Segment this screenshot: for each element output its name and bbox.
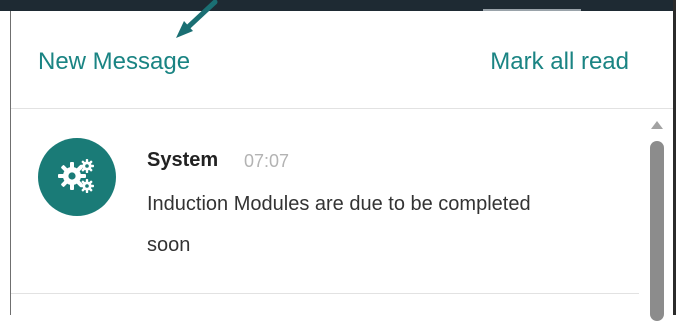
message-sender: System — [147, 149, 219, 171]
mark-all-read-link[interactable]: Mark all read — [490, 48, 629, 76]
messages-header: New Message Mark all read — [11, 11, 674, 109]
message-list: System 07:07 Induction Modules are due t… — [11, 109, 674, 321]
message-time: 07:07 — [244, 151, 290, 171]
scrollbar-thumb[interactable] — [650, 141, 664, 321]
gears-icon — [58, 159, 94, 193]
messages-panel: New Message Mark all read System 07:07 I… — [10, 11, 675, 321]
new-message-link[interactable]: New Message — [38, 48, 190, 76]
scrollbar[interactable] — [646, 109, 668, 321]
message-text: Induction Modules are due to be complete… — [147, 193, 531, 256]
message-item[interactable]: System 07:07 Induction Modules are due t… — [11, 109, 639, 294]
system-avatar — [38, 138, 116, 216]
scroll-up-arrow-icon[interactable] — [651, 121, 663, 129]
top-navigation-bar — [0, 0, 676, 11]
